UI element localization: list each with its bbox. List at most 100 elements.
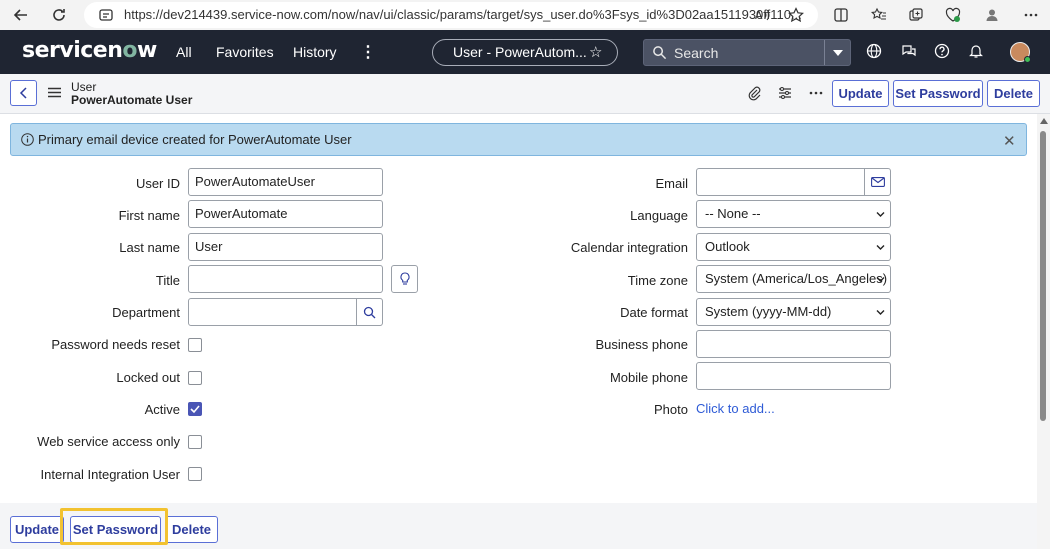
read-aloud-icon[interactable]: A bbox=[754, 6, 772, 24]
favorite-star-icon[interactable] bbox=[787, 6, 805, 24]
title-label: Title bbox=[155, 273, 180, 288]
email-compose-button[interactable] bbox=[864, 168, 891, 196]
date-format-select[interactable]: System (yyyy-MM-dd) bbox=[696, 298, 891, 326]
record-table-label: User bbox=[71, 80, 97, 94]
hamburger-menu-icon[interactable] bbox=[48, 87, 61, 98]
last-name-label: Last name bbox=[119, 240, 180, 255]
servicenow-header: servicenow All Favorites History ⋮ User … bbox=[0, 30, 1050, 74]
personalize-form-icon[interactable] bbox=[777, 85, 793, 101]
internal-integration-user-checkbox[interactable] bbox=[188, 467, 202, 481]
business-phone-input[interactable] bbox=[696, 330, 891, 358]
nav-more-icon[interactable]: ⋮ bbox=[360, 42, 376, 62]
attachment-paperclip-icon[interactable] bbox=[746, 85, 762, 101]
back-button[interactable] bbox=[10, 80, 37, 106]
date-format-label: Date format bbox=[620, 305, 688, 320]
calendar-integration-select[interactable]: Outlook bbox=[696, 233, 891, 261]
set-password-highlight-box bbox=[60, 508, 168, 545]
nav-history[interactable]: History bbox=[293, 44, 337, 60]
info-alert: Primary email device created for PowerAu… bbox=[10, 123, 1027, 156]
lightbulb-icon bbox=[399, 272, 410, 285]
search-icon bbox=[653, 46, 667, 60]
mobile-phone-label: Mobile phone bbox=[609, 370, 688, 385]
department-lookup-button[interactable] bbox=[356, 298, 383, 326]
help-icon[interactable] bbox=[934, 43, 950, 59]
footer-update-button[interactable]: Update bbox=[10, 516, 64, 543]
back-arrow-icon[interactable] bbox=[12, 6, 30, 24]
internal-integration-user-label: Internal Integration User bbox=[40, 467, 180, 482]
calendar-integration-selected-value: Outlook bbox=[705, 239, 750, 254]
time-zone-selected-value: System (America/Los_Angeles) bbox=[705, 271, 888, 286]
close-icon[interactable]: ✕ bbox=[1003, 132, 1016, 150]
photo-label: Photo bbox=[654, 402, 688, 417]
title-input[interactable] bbox=[188, 265, 383, 293]
site-info-icon[interactable] bbox=[98, 7, 114, 23]
page-context-pill[interactable]: User - PowerAutom... ☆ bbox=[432, 39, 618, 66]
address-bar[interactable]: https://dev214439.service-now.com/now/na… bbox=[84, 2, 818, 28]
more-options-icon[interactable] bbox=[1022, 6, 1040, 24]
footer-delete-button[interactable]: Delete bbox=[165, 516, 218, 543]
last-name-input[interactable]: User bbox=[188, 233, 383, 261]
department-input[interactable] bbox=[188, 298, 357, 326]
first-name-input[interactable]: PowerAutomate bbox=[188, 200, 383, 228]
svg-text:A: A bbox=[755, 9, 763, 22]
search-placeholder: Search bbox=[674, 45, 719, 61]
online-status-dot bbox=[1024, 56, 1031, 63]
nav-favorites[interactable]: Favorites bbox=[216, 44, 274, 60]
user-id-label: User ID bbox=[135, 176, 180, 191]
refresh-icon[interactable] bbox=[50, 6, 68, 24]
locked-out-label: Locked out bbox=[116, 370, 180, 385]
search-icon bbox=[363, 306, 376, 318]
mobile-phone-input[interactable] bbox=[696, 362, 891, 390]
date-format-selected-value: System (yyyy-MM-dd) bbox=[705, 304, 832, 319]
chevron-down-icon bbox=[876, 310, 885, 315]
password-needs-reset-checkbox[interactable] bbox=[188, 338, 202, 352]
password-needs-reset-label: Password needs reset bbox=[51, 337, 180, 352]
page-context-title: User - PowerAutom... bbox=[453, 44, 587, 60]
title-suggestion-button[interactable] bbox=[391, 265, 418, 293]
global-search[interactable]: Search bbox=[643, 39, 851, 66]
user-avatar[interactable] bbox=[1010, 42, 1031, 63]
form-header: User PowerAutomate User Update Set Passw… bbox=[0, 74, 1050, 114]
active-label: Active bbox=[144, 402, 180, 417]
department-label: Department bbox=[112, 305, 180, 320]
business-phone-label: Business phone bbox=[595, 337, 688, 352]
web-service-access-only-label: Web service access only bbox=[37, 434, 180, 449]
delete-button[interactable]: Delete bbox=[987, 80, 1040, 107]
update-button[interactable]: Update bbox=[832, 80, 889, 107]
profile-icon[interactable] bbox=[983, 6, 1001, 24]
language-label: Language bbox=[630, 208, 688, 223]
scrollbar-thumb[interactable] bbox=[1040, 131, 1046, 421]
calendar-integration-label: Calendar integration bbox=[570, 240, 688, 255]
time-zone-label: Time zone bbox=[627, 273, 688, 288]
web-service-access-only-checkbox[interactable] bbox=[188, 435, 202, 449]
more-actions-icon[interactable] bbox=[808, 85, 824, 101]
browser-health-icon[interactable] bbox=[944, 6, 962, 24]
favorites-icon[interactable] bbox=[870, 6, 888, 24]
active-checkbox[interactable] bbox=[188, 402, 202, 416]
alert-message: Primary email device created for PowerAu… bbox=[38, 132, 352, 147]
favorite-star-icon[interactable]: ☆ bbox=[589, 43, 602, 61]
user-id-input[interactable]: PowerAutomateUser bbox=[188, 168, 383, 196]
browser-toolbar: https://dev214439.service-now.com/now/na… bbox=[0, 0, 1050, 30]
time-zone-select[interactable]: System (America/Los_Angeles) bbox=[696, 265, 891, 293]
email-input[interactable] bbox=[696, 168, 865, 196]
split-screen-icon[interactable] bbox=[832, 6, 850, 24]
chevron-down-icon bbox=[876, 277, 885, 282]
collections-icon[interactable] bbox=[907, 6, 925, 24]
chevron-down-icon bbox=[876, 212, 885, 217]
record-display-name: PowerAutomate User bbox=[71, 93, 193, 107]
search-scope-dropdown[interactable] bbox=[824, 40, 851, 65]
checkmark-icon bbox=[190, 405, 200, 414]
locked-out-checkbox[interactable] bbox=[188, 371, 202, 385]
chat-icon[interactable] bbox=[901, 43, 917, 59]
scroll-up-arrow-icon[interactable] bbox=[1040, 118, 1048, 124]
servicenow-logo[interactable]: servicenow bbox=[22, 38, 157, 63]
nav-all[interactable]: All bbox=[176, 44, 192, 60]
globe-icon[interactable] bbox=[866, 43, 882, 59]
set-password-button[interactable]: Set Password bbox=[893, 80, 983, 107]
chevron-left-icon bbox=[19, 87, 27, 99]
photo-add-link[interactable]: Click to add... bbox=[696, 401, 775, 416]
form-scrollbar[interactable] bbox=[1037, 114, 1050, 549]
language-select[interactable]: -- None -- bbox=[696, 200, 891, 228]
notifications-bell-icon[interactable] bbox=[968, 43, 984, 59]
